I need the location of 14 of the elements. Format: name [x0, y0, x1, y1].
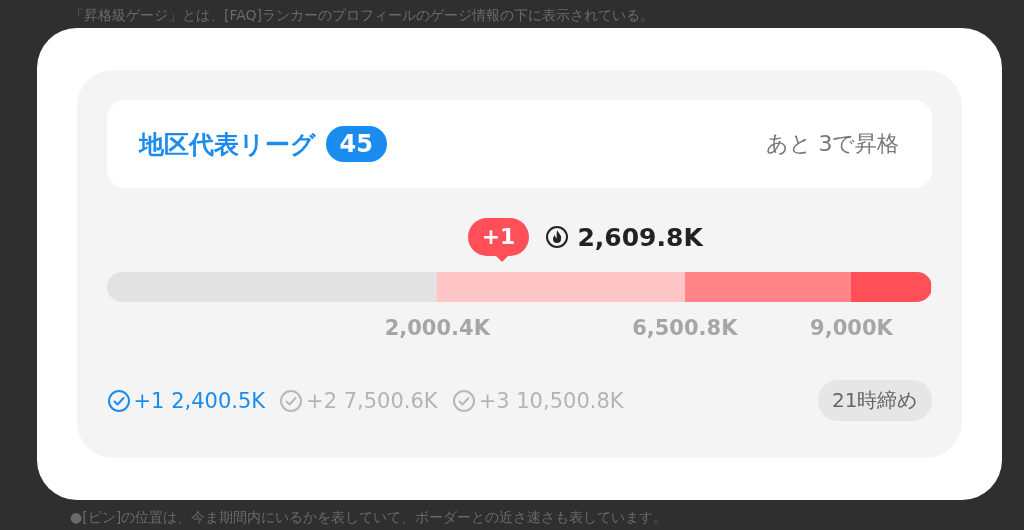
deadline-badge: 21時締め	[818, 380, 932, 421]
score-value: 2,609.8K	[577, 222, 703, 252]
promotion-note: あと 3で昇格	[765, 130, 900, 158]
league-title: 地区代表リーグ	[138, 128, 316, 161]
milestone-reward: +3 10,500.8K	[478, 388, 624, 413]
rank-badge: 45	[325, 126, 387, 162]
tier-threshold: 2,000.4K	[384, 316, 490, 340]
milestone-reward: +2 7,500.6K	[306, 388, 438, 413]
tier-threshold: 6,500.8K	[632, 316, 738, 340]
tier-threshold: 9,000K	[810, 316, 893, 340]
milestone-reward: +1 2,400.5K	[133, 388, 266, 413]
pin-pointer	[495, 256, 508, 262]
flame-icon	[545, 225, 570, 249]
level-pin-badge: +1	[467, 218, 530, 256]
